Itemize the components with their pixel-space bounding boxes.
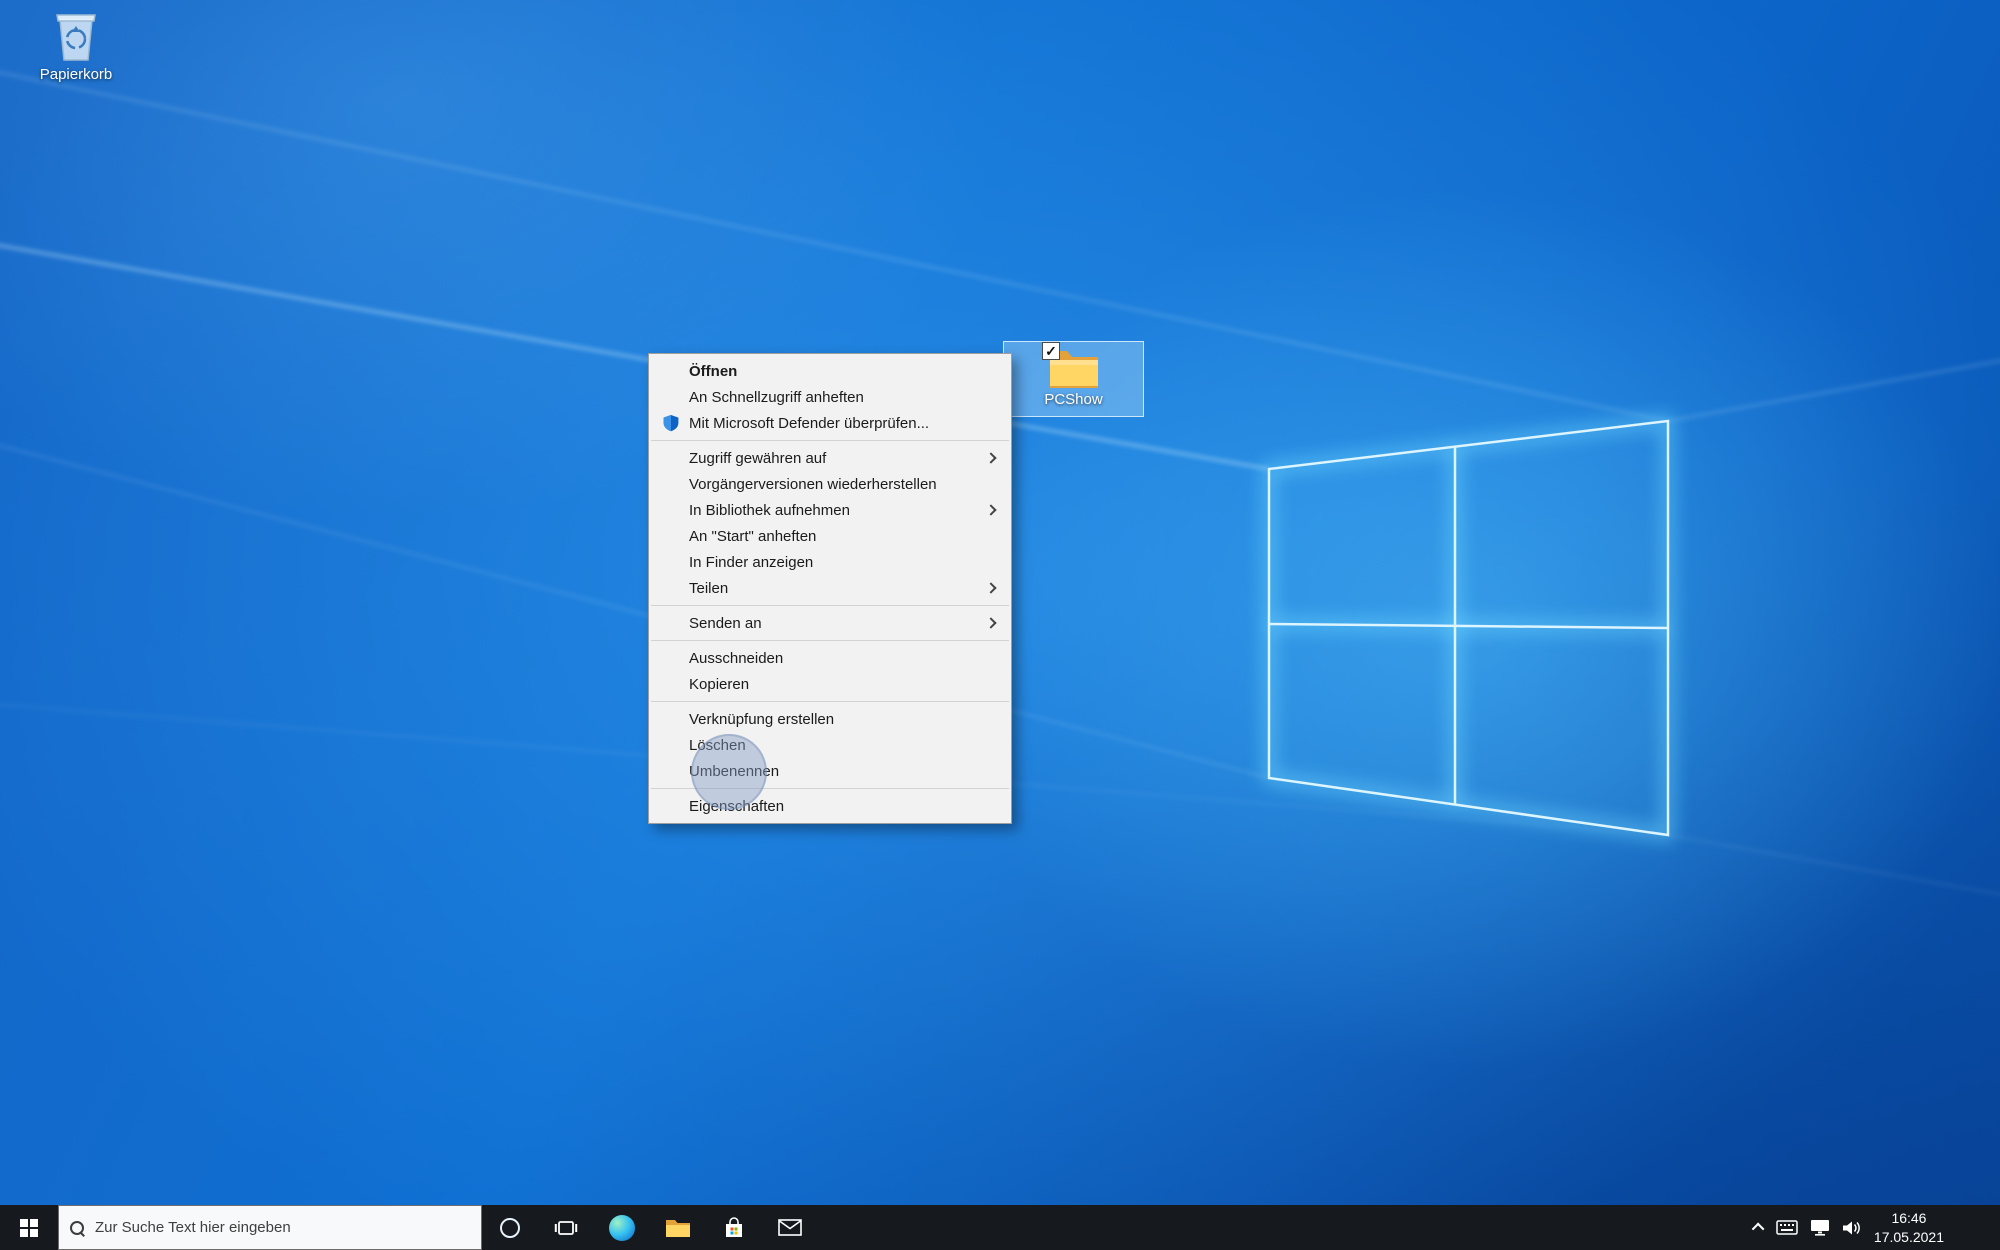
menu-separator	[651, 440, 1009, 441]
menu-separator	[651, 640, 1009, 641]
recycle-bin-icon	[52, 8, 100, 64]
menu-item-label: Mit Microsoft Defender überprüfen...	[689, 415, 929, 432]
file-explorer-button[interactable]	[650, 1205, 706, 1250]
menu-item-teilen[interactable]: Teilen	[649, 575, 1011, 601]
task-view-icon	[554, 1217, 578, 1239]
volume-button[interactable]	[1842, 1205, 1862, 1250]
volume-icon	[1842, 1220, 1862, 1236]
taskbar-search[interactable]	[58, 1205, 482, 1250]
menu-item-kopieren[interactable]: Kopieren	[649, 671, 1011, 697]
menu-item-start-anheften[interactable]: An "Start" anheften	[649, 523, 1011, 549]
menu-item-label: Kopieren	[689, 676, 749, 693]
touch-keyboard-icon	[1776, 1220, 1798, 1235]
edge-icon	[609, 1215, 635, 1241]
network-button[interactable]	[1810, 1205, 1830, 1250]
menu-item-label: An Schnellzugriff anheften	[689, 389, 864, 406]
menu-item-ausschneiden[interactable]: Ausschneiden	[649, 645, 1011, 671]
tray-chevron-up-button[interactable]	[1755, 1205, 1764, 1250]
desktop-folder-pcshow[interactable]: ✓ PCShow	[1003, 341, 1144, 417]
menu-item-label: Senden an	[689, 615, 762, 632]
store-icon	[723, 1217, 745, 1239]
submenu-chevron-icon	[985, 452, 996, 463]
search-input[interactable]	[95, 1219, 471, 1236]
menu-item-verknuepfung[interactable]: Verknüpfung erstellen	[649, 706, 1011, 732]
menu-item-label: Verknüpfung erstellen	[689, 711, 834, 728]
folder-label: PCShow	[1004, 391, 1143, 408]
menu-item-senden-an[interactable]: Senden an	[649, 610, 1011, 636]
menu-item-defender-scan[interactable]: Mit Microsoft Defender überprüfen...	[649, 410, 1011, 436]
clock-time: 16:46	[1874, 1209, 1944, 1228]
click-indicator	[691, 734, 767, 810]
network-icon	[1810, 1219, 1830, 1236]
cortana-icon	[500, 1218, 520, 1238]
windows-logo-icon	[20, 1219, 38, 1237]
menu-item-schnellzugriff[interactable]: An Schnellzugriff anheften	[649, 384, 1011, 410]
menu-item-label: An "Start" anheften	[689, 528, 816, 545]
edge-button[interactable]	[594, 1205, 650, 1250]
menu-item-label: In Bibliothek aufnehmen	[689, 502, 850, 519]
taskbar: 16:46 17.05.2021	[0, 1205, 2000, 1250]
clock-date: 17.05.2021	[1874, 1228, 1944, 1247]
menu-item-label: Öffnen	[689, 363, 737, 380]
menu-item-label: Teilen	[689, 580, 728, 597]
menu-item-label: Vorgängerversionen wiederherstellen	[689, 476, 937, 493]
folder-checkbox[interactable]: ✓	[1042, 342, 1060, 360]
store-button[interactable]	[706, 1205, 762, 1250]
system-tray: 16:46 17.05.2021	[1755, 1205, 2000, 1250]
task-view-button[interactable]	[538, 1205, 594, 1250]
start-button[interactable]	[0, 1205, 58, 1250]
menu-separator	[651, 605, 1009, 606]
menu-item-oeffnen[interactable]: Öffnen	[649, 358, 1011, 384]
submenu-chevron-icon	[985, 617, 996, 628]
menu-item-label: In Finder anzeigen	[689, 554, 813, 571]
recycle-bin-label: Papierkorb	[30, 66, 122, 83]
defender-icon	[662, 414, 680, 432]
menu-item-zugriff-gewaehren[interactable]: Zugriff gewähren auf	[649, 445, 1011, 471]
mail-button[interactable]	[762, 1205, 818, 1250]
taskbar-clock[interactable]: 16:46 17.05.2021	[1874, 1209, 1944, 1247]
submenu-chevron-icon	[985, 504, 996, 515]
menu-item-label: Zugriff gewähren auf	[689, 450, 826, 467]
touch-keyboard-button[interactable]	[1776, 1205, 1798, 1250]
recycle-bin[interactable]: Papierkorb	[30, 8, 122, 94]
menu-separator	[651, 701, 1009, 702]
search-icon	[69, 1220, 85, 1236]
menu-item-label: Ausschneiden	[689, 650, 783, 667]
mail-icon	[778, 1219, 802, 1236]
desktop: Papierkorb ✓ PCShow Öffnen An Schnellzug…	[0, 0, 2000, 1250]
chevron-up-icon	[1752, 1223, 1765, 1236]
menu-item-finder-anzeigen[interactable]: In Finder anzeigen	[649, 549, 1011, 575]
file-explorer-icon	[665, 1217, 691, 1238]
cortana-button[interactable]	[482, 1205, 538, 1250]
menu-item-bibliothek[interactable]: In Bibliothek aufnehmen	[649, 497, 1011, 523]
submenu-chevron-icon	[985, 582, 996, 593]
menu-item-vorgaengerversionen[interactable]: Vorgängerversionen wiederherstellen	[649, 471, 1011, 497]
